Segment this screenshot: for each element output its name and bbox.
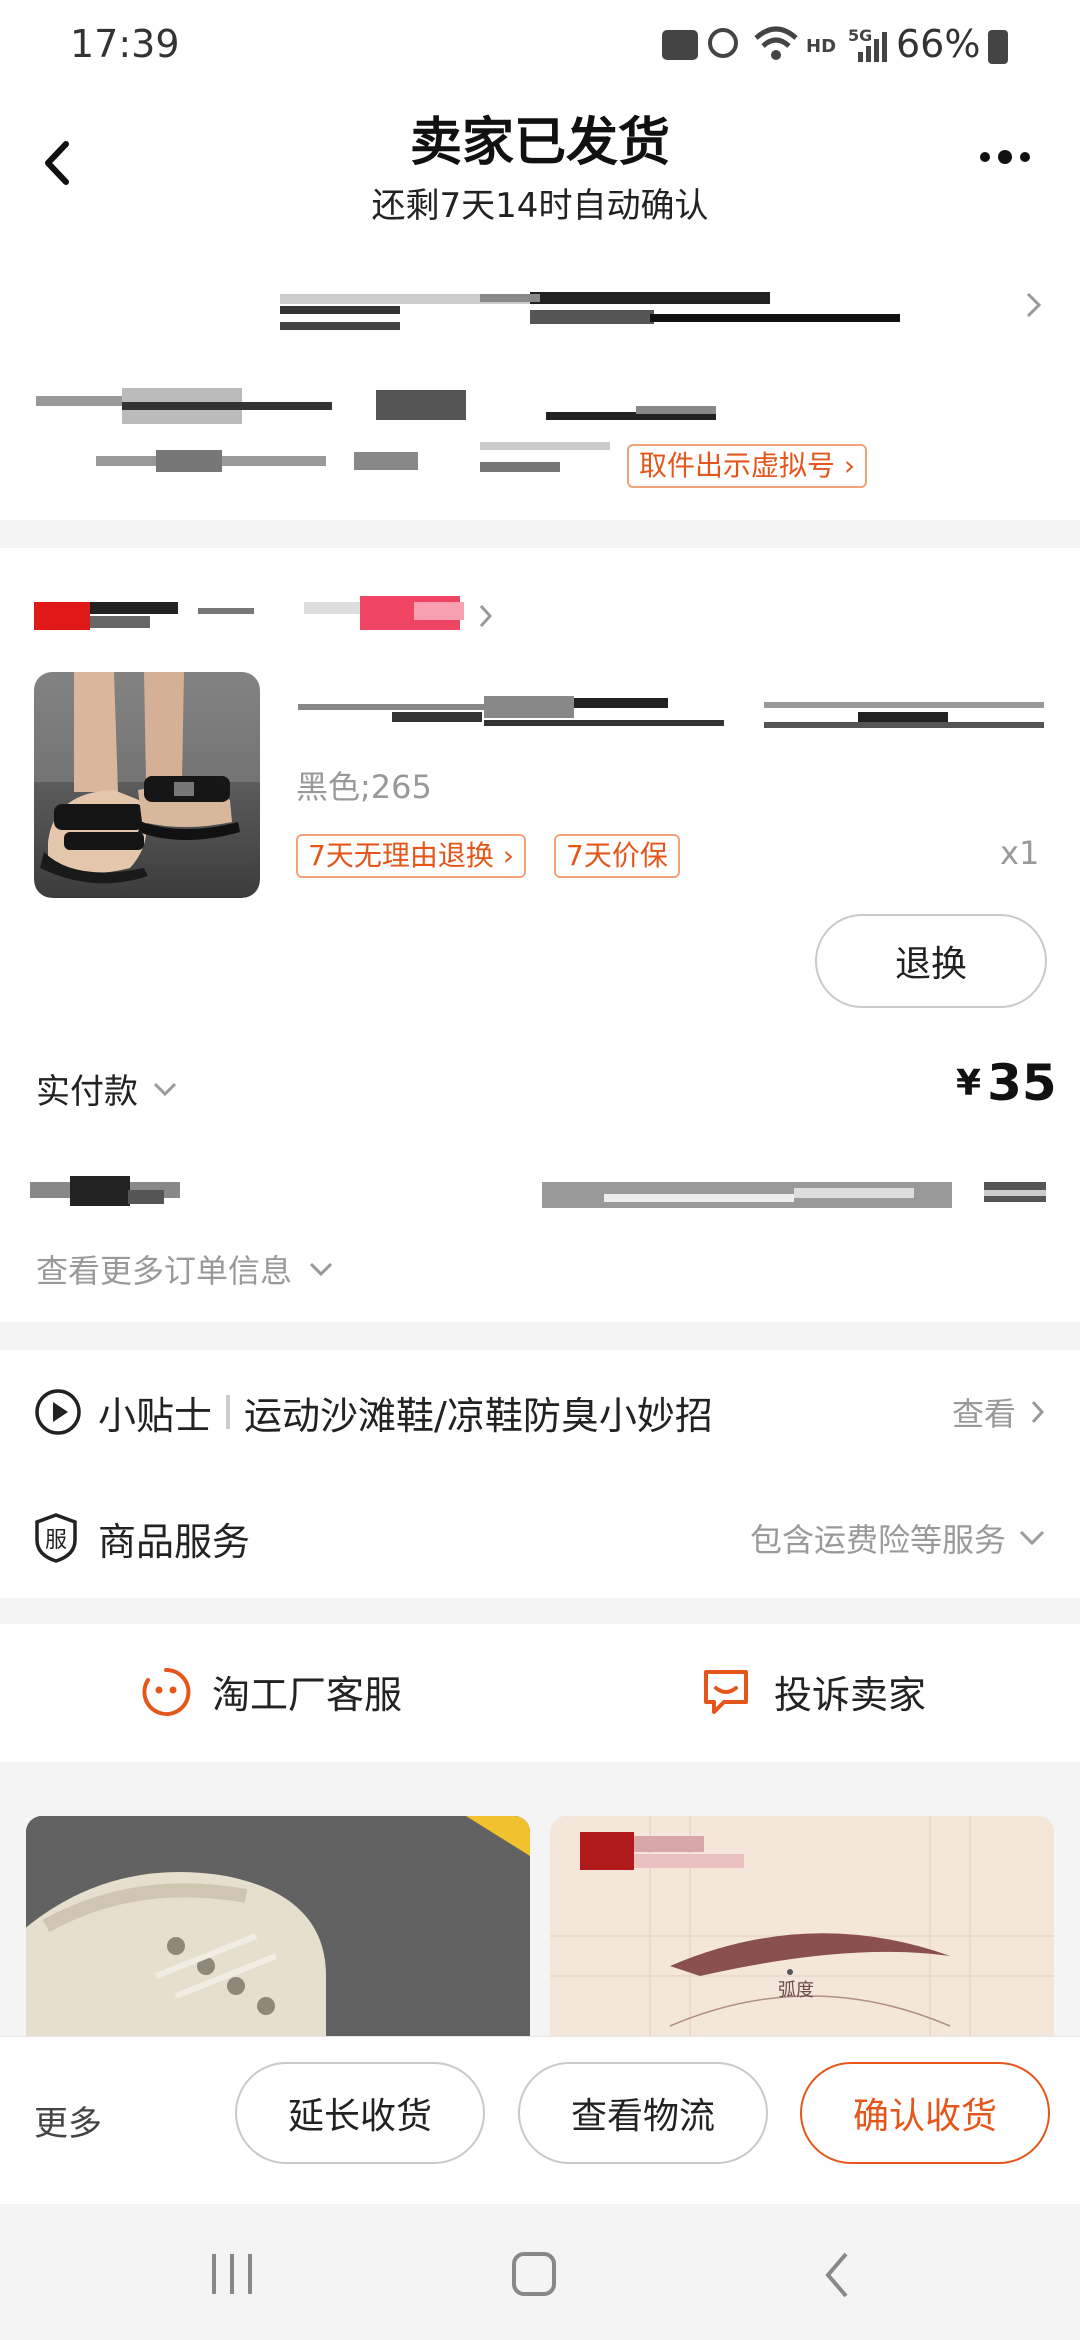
paid-amount-value: 35 (987, 1054, 1057, 1112)
more-order-info-label: 查看更多订单信息 (36, 1252, 293, 1290)
tips-label: 小贴士 (98, 1393, 213, 1438)
product-image[interactable] (34, 672, 260, 898)
battery-icon (988, 30, 1008, 64)
service-label: 商品服务 (98, 1519, 251, 1564)
paid-label-row[interactable]: 实付款 (36, 1064, 178, 1113)
recommendation-card-brow[interactable]: 弧度 (550, 1816, 1054, 2036)
extend-receipt-button[interactable]: 延长收货 (235, 2062, 485, 2164)
home-icon[interactable] (512, 2252, 556, 2296)
customer-service-button[interactable]: 淘工厂客服 (140, 1664, 402, 1719)
chevron-right-icon: › (835, 449, 856, 482)
chevron-right-icon (479, 604, 493, 628)
nav-back-icon[interactable] (822, 2250, 852, 2300)
more-button[interactable]: 更多 (34, 2096, 102, 2145)
virtual-number-button[interactable]: 取件出示虚拟号 › (627, 444, 868, 488)
chevron-right-icon: › (493, 839, 514, 872)
tips-action: 查看 (951, 1395, 1016, 1433)
recommendation-image-shoe (26, 1816, 530, 2036)
page-title: 卖家已发货 (409, 113, 670, 173)
service-detail: 包含运费险等服务 (749, 1521, 1006, 1559)
chevron-down-icon (1019, 1530, 1045, 1546)
alarm-icon (708, 28, 738, 58)
product-title-redacted[interactable] (298, 692, 1044, 734)
quantity: x1 (1000, 834, 1040, 872)
more-order-info[interactable]: 查看更多订单信息 (36, 1246, 334, 1292)
order-number-redacted (30, 1176, 1050, 1210)
battery-percent: 66% (896, 22, 981, 66)
chat-bubble-icon (704, 1669, 748, 1714)
complain-button[interactable]: 投诉卖家 (700, 1664, 926, 1719)
notification-icon (662, 30, 698, 60)
status-bar: 17:39 HD 5G 66% (0, 0, 1080, 90)
page-subtitle: 还剩7天14时自动确认 (371, 186, 709, 226)
shield-icon: 服 (34, 1513, 78, 1563)
product-variant: 黑色;265 (296, 768, 432, 806)
shield-icon-char: 服 (44, 1528, 67, 1553)
delivery-address-redacted[interactable] (150, 288, 1020, 338)
shop-name-redacted[interactable] (34, 596, 494, 636)
customer-service-label: 淘工厂客服 (212, 1673, 403, 1717)
virtual-number-label: 取件出示虚拟号 (639, 449, 836, 482)
chevron-right-icon (1031, 1400, 1045, 1424)
play-circle-icon (35, 1389, 81, 1435)
service-row[interactable]: 服 商品服务 包含运费险等服务 (34, 1508, 1046, 1568)
status-time: 17:39 (70, 22, 180, 66)
smile-face-icon (142, 1667, 191, 1716)
hd-label: HD (806, 36, 837, 57)
tips-row[interactable]: 小贴士 运动沙滩鞋/凉鞋防臭小妙招 查看 (34, 1382, 1046, 1442)
complain-label: 投诉卖家 (774, 1673, 927, 1717)
badge-7day-return[interactable]: 7天无理由退换 › (296, 834, 526, 878)
currency-symbol: ¥ (956, 1062, 982, 1104)
recent-apps-icon[interactable] (212, 2254, 252, 2294)
badge-price-protect: 7天价保 (554, 834, 680, 878)
badge-7day-return-label: 7天无理由退换 (308, 839, 494, 872)
tips-text: 运动沙滩鞋/凉鞋防臭小妙招 (244, 1393, 713, 1438)
exchange-button[interactable]: 退换 (815, 914, 1047, 1008)
paid-label: 实付款 (36, 1072, 138, 1112)
divider (226, 1395, 231, 1429)
view-logistics-button[interactable]: 查看物流 (518, 2062, 768, 2164)
recommendation-image-brow (550, 1816, 1054, 2036)
recommendation-card-shoe[interactable] (26, 1816, 530, 2036)
brow-caption: 弧度 (778, 1980, 814, 2001)
chevron-down-icon (153, 1082, 177, 1096)
signal-icon (858, 32, 887, 62)
confirm-receipt-button[interactable]: 确认收货 (800, 2062, 1050, 2164)
chevron-down-icon (309, 1262, 333, 1277)
paid-amount: ¥ 35 (956, 1054, 1057, 1112)
chevron-right-icon (1026, 292, 1042, 318)
wifi-icon (754, 26, 798, 60)
more-dots-icon[interactable] (980, 150, 1030, 164)
